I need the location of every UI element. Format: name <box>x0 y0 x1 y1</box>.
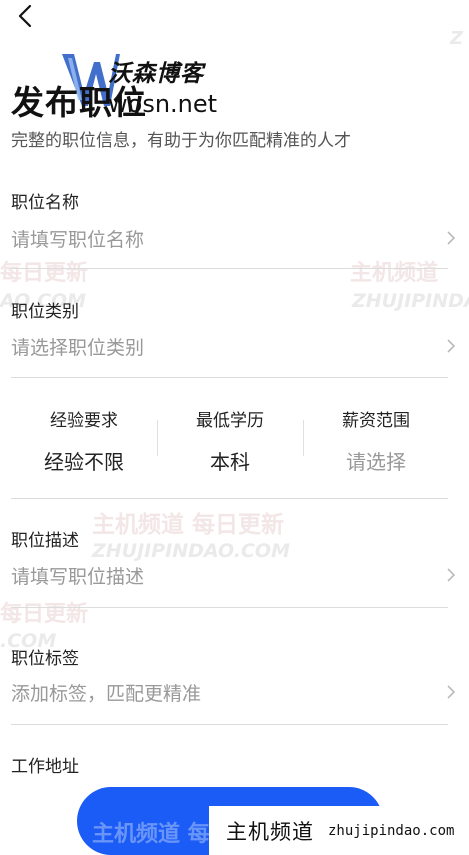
watermark-full: 主机频道 每日更新 <box>92 512 285 538</box>
divider <box>11 377 448 378</box>
watermark-badge-title: 主机频道 <box>226 819 314 844</box>
job-description-field[interactable]: 请填写职位描述 <box>11 559 457 591</box>
salary-label: 薪资范围 <box>342 411 410 431</box>
job-category-label: 职位类别 <box>11 302 79 322</box>
divider <box>11 724 448 725</box>
watermark-channel: 主机频道 <box>350 261 439 286</box>
page-title: 发布职位 <box>11 83 147 122</box>
watermark-daily: 每日更新 <box>0 602 89 627</box>
divider <box>11 268 448 269</box>
chevron-right-icon <box>447 231 456 245</box>
job-description-label: 职位描述 <box>11 531 79 551</box>
divider <box>11 607 448 608</box>
watermark-en: Z <box>450 28 464 49</box>
experience-label: 经验要求 <box>50 411 118 431</box>
salary-value: 请选择 <box>346 450 406 474</box>
experience-value: 经验不限 <box>44 450 124 474</box>
job-category-field[interactable]: 请选择职位类别 <box>11 330 457 362</box>
job-description-placeholder: 请填写职位描述 <box>11 565 145 588</box>
education-value: 本科 <box>210 450 250 474</box>
job-name-label: 职位名称 <box>11 193 79 213</box>
divider <box>11 498 448 499</box>
job-name-field[interactable]: 请填写职位名称 <box>11 222 457 254</box>
chevron-right-icon <box>447 339 456 353</box>
experience-selector[interactable]: 经验要求 经验不限 <box>11 398 157 475</box>
job-category-placeholder: 请选择职位类别 <box>11 336 145 359</box>
watermark-badge: 主机频道 zhujipindao.com <box>209 806 469 855</box>
chevron-right-icon <box>447 568 456 582</box>
watermark-badge-url: zhujipindao.com <box>328 822 455 839</box>
back-chevron-icon[interactable] <box>14 4 38 28</box>
watermark-en: ZHUJIPINDAO.COM <box>352 290 469 312</box>
education-selector[interactable]: 最低学历 本科 <box>157 398 303 475</box>
salary-selector[interactable]: 薪资范围 请选择 <box>303 398 449 475</box>
requirements-row: 经验要求 经验不限 最低学历 本科 薪资范围 请选择 <box>11 398 448 488</box>
job-tags-label: 职位标签 <box>11 649 79 669</box>
job-name-placeholder: 请填写职位名称 <box>11 228 145 251</box>
watermark-daily: 每日更新 <box>0 261 89 286</box>
work-address-label: 工作地址 <box>11 757 79 777</box>
chevron-right-icon <box>447 685 456 699</box>
job-tags-placeholder: 添加标签，匹配更精准 <box>11 682 202 705</box>
education-label: 最低学历 <box>196 411 264 431</box>
job-tags-field[interactable]: 添加标签，匹配更精准 <box>11 676 457 708</box>
page-subtitle: 完整的职位信息，有助于为你匹配精准的人才 <box>11 131 351 151</box>
